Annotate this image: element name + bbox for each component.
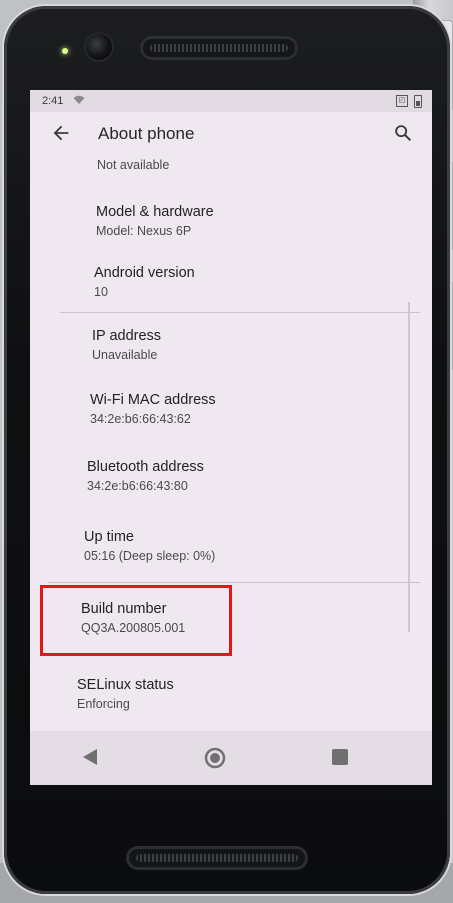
item-title: Android version — [94, 265, 195, 281]
list-item-android-version[interactable]: Android version 10 — [94, 265, 432, 299]
screen: 2:41 ◰ About phone Not available Model &… — [30, 90, 432, 785]
wifi-icon — [73, 95, 85, 104]
search-icon[interactable] — [392, 122, 414, 144]
item-subtitle: Unavailable — [92, 348, 158, 362]
app-bar: About phone — [30, 112, 432, 156]
section-divider — [60, 312, 420, 313]
item-title: Up time — [84, 529, 134, 545]
item-subtitle: 34:2e:b6:66:43:62 — [90, 412, 191, 426]
earpiece-speaker — [140, 36, 298, 60]
list-item-wifi-mac[interactable]: Wi‑Fi MAC address 34:2e:b6:66:43:62 — [90, 392, 432, 426]
item-title: IP address — [92, 328, 162, 344]
back-arrow-icon[interactable] — [50, 122, 72, 144]
nav-back-icon[interactable] — [82, 748, 98, 766]
highlight-box — [40, 585, 232, 656]
list-item-selinux-status[interactable]: SELinux status Enforcing — [77, 677, 432, 711]
item-subtitle: Model: Nexus 6P — [96, 224, 192, 238]
status-bar: 2:41 ◰ — [30, 90, 432, 112]
nav-recents-icon[interactable] — [332, 749, 348, 765]
vibrate-icon: ◰ — [396, 95, 408, 107]
battery-icon — [414, 95, 422, 108]
scrollbar[interactable] — [408, 302, 410, 632]
bottom-speaker — [126, 846, 308, 870]
navigation-bar — [30, 731, 432, 785]
list-item-model-hardware[interactable]: Model & hardware Model: Nexus 6P — [96, 204, 432, 238]
front-camera — [86, 34, 112, 60]
item-title: Model & hardware — [96, 204, 214, 220]
item-title: SELinux status — [77, 677, 174, 693]
item-subtitle: 10 — [94, 285, 108, 299]
list-item-partial[interactable]: Not available — [97, 158, 432, 172]
item-subtitle: Enforcing — [77, 697, 130, 711]
status-time: 2:41 — [42, 95, 64, 107]
list-item-bluetooth-address[interactable]: Bluetooth address 34:2e:b6:66:43:80 — [87, 459, 432, 493]
nav-home-icon[interactable] — [204, 747, 226, 769]
list-item-ip-address[interactable]: IP address Unavailable — [92, 328, 432, 362]
item-subtitle: 34:2e:b6:66:43:80 — [87, 479, 188, 493]
item-title: Wi‑Fi MAC address — [90, 392, 216, 408]
section-divider — [48, 582, 420, 583]
item-subtitle: Not available — [97, 158, 170, 172]
notification-led — [62, 48, 68, 54]
item-title: Bluetooth address — [87, 459, 204, 475]
item-subtitle: 05:16 (Deep sleep: 0%) — [84, 549, 216, 563]
page-title: About phone — [98, 124, 195, 143]
list-item-up-time[interactable]: Up time 05:16 (Deep sleep: 0%) — [84, 529, 432, 563]
